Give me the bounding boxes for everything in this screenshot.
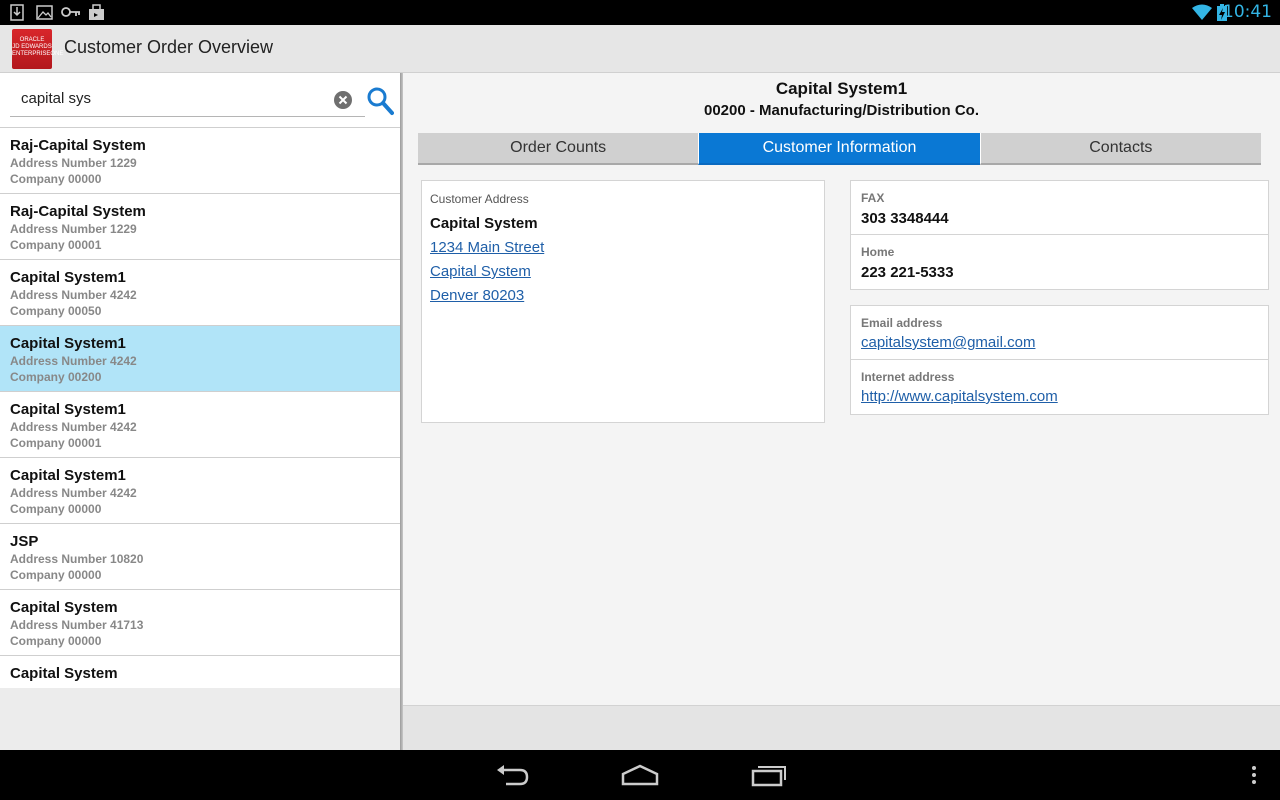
detail-customer-name: Capital System1 [775,79,908,98]
customer-address-number: Address Number 10820 [10,552,144,566]
customer-name: Capital System1 [10,269,126,286]
customer-address-number: Address Number 4242 [10,420,137,434]
customer-company: Company 00200 [10,370,102,384]
customer-name: Raj-Capital System [10,203,146,220]
list-item[interactable]: Raj-Capital System Address Number 1229 Com… [0,128,400,194]
customer-name: Capital System [10,665,118,682]
list-item[interactable]: Capital System1 Address Number 4242 Compan… [0,392,400,458]
clear-icon[interactable] [334,91,352,109]
fax-row[interactable]: FAX 303 3348444 [851,181,1268,235]
customer-company: Company 00000 [10,568,102,582]
search-input-value[interactable]: capital sys [21,90,91,107]
address-name: Capital System [430,215,538,232]
recent-apps-icon[interactable] [750,762,788,788]
address-city-link[interactable]: Denver 80203 [430,284,816,308]
web-contact-card: Email address capitalsystem@gmail.com In… [850,305,1269,415]
home-phone-value: 223 221-5333 [861,264,954,281]
internet-row: Internet address http://www.capitalsyste… [851,360,1268,414]
status-time: 10:41 [1223,2,1272,22]
customer-address-number: Address Number 41713 [10,618,144,632]
customer-company: Company 00001 [10,238,102,252]
phone-card: FAX 303 3348444 Home 223 221-5333 [850,180,1269,290]
customer-company: Company 00050 [10,304,102,318]
home-phone-label: Home [861,245,895,259]
customer-name: Raj-Capital System [10,137,146,154]
list-item[interactable]: Capital System1 Address Number 4242 Compan… [0,458,400,524]
oracle-logo[interactable]: ORACLE JD EDWARDS ENTERPRISEONE [12,29,63,69]
address-label: Customer Address [430,192,529,206]
list-item[interactable]: Capital System [0,656,400,688]
download-icon [10,4,24,21]
detail-footer-bar [403,705,1280,750]
customer-company: Company 00000 [10,634,102,648]
list-item[interactable]: Capital System Address Number 41713 Compan… [0,590,400,656]
overflow-menu-icon[interactable] [1250,762,1258,788]
customer-address-number: Address Number 4242 [10,288,137,302]
customer-list: Raj-Capital System Address Number 1229 Com… [0,128,400,688]
list-item[interactable]: Capital System1 Address Number 4242 Compan… [0,326,400,392]
detail-tabs: Order Counts Customer Information Contac… [418,133,1261,165]
internet-link[interactable]: http://www.capitalsystem.com [861,385,1258,409]
tab-customer-information[interactable]: Customer Information [698,133,980,165]
search-input[interactable]: capital sys [10,83,365,117]
fax-label: FAX [861,191,885,205]
customer-address-number: Address Number 1229 [10,156,137,170]
detail-company-line: 00200 - Manufacturing/Distribution Co. [703,102,980,119]
customer-address-number: Address Number 4242 [10,486,137,500]
address-street-link[interactable]: 1234 Main Street [430,236,816,260]
wifi-icon [1192,4,1212,20]
app-title: Customer Order Overview [64,37,274,57]
customer-name: JSP [10,533,39,550]
customer-name: Capital System1 [10,467,126,484]
image-icon [36,5,53,20]
email-link[interactable]: capitalsystem@gmail.com [861,331,1258,355]
customer-company: Company 00000 [10,502,102,516]
briefcase-icon [89,4,104,20]
navigation-bar [0,750,1280,800]
customer-company: Company 00000 [10,172,102,186]
fax-value: 303 3348444 [861,210,949,227]
action-bar: ORACLE JD EDWARDS ENTERPRISEONE Customer O… [0,25,1280,73]
customer-address-number: Address Number 4242 [10,354,137,368]
tab-contacts[interactable]: Contacts [979,133,1261,165]
back-icon[interactable] [494,762,530,788]
email-row: Email address capitalsystem@gmail.com [851,306,1268,360]
search-icon[interactable] [366,86,394,116]
list-item[interactable]: JSP Address Number 10820 Company 00000 [0,524,400,590]
key-icon [61,7,80,17]
customer-name: Capital System1 [10,335,126,352]
status-bar: 10:41 [0,0,1280,25]
list-item[interactable]: Capital System1 Address Number 4242 Compan… [0,260,400,326]
search-bar: capital sys [0,73,400,128]
customer-address-number: Address Number 1229 [10,222,137,236]
home-phone-row[interactable]: Home 223 221-5333 [851,235,1268,289]
email-label: Email address [861,316,943,330]
internet-label: Internet address [861,370,955,384]
home-icon[interactable] [620,762,660,788]
address-line2-link[interactable]: Capital System [430,260,816,284]
customer-detail-panel: Capital System1 00200 - Manufacturing/Di… [403,73,1280,705]
customer-company: Company 00001 [10,436,102,450]
list-item[interactable]: Raj-Capital System Address Number 1229 Com… [0,194,400,260]
customer-name: Capital System1 [10,401,126,418]
customer-list-panel: capital sys Raj-Capital System Address Nu… [0,73,400,750]
customer-address-card: Customer Address Capital System 1234 Mai… [421,180,825,423]
tab-order-counts[interactable]: Order Counts [418,133,699,165]
customer-name: Capital System [10,599,118,616]
